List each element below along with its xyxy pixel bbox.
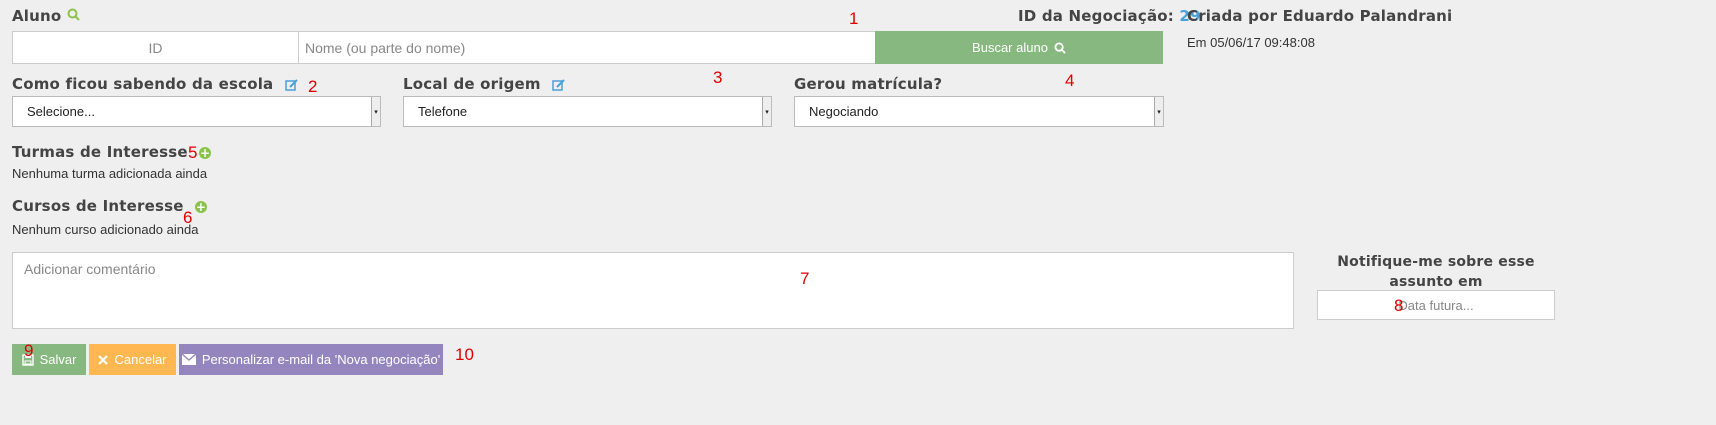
aluno-label-text: Aluno (12, 7, 62, 25)
edit-icon[interactable] (552, 78, 566, 92)
turmas-empty: Nenhuma turma adicionada ainda (12, 166, 208, 181)
cursos-empty: Nenhum curso adicionado ainda (12, 222, 199, 237)
marker-1: 1 (849, 9, 859, 28)
turmas-label: Turmas de Interesse + (12, 143, 212, 161)
created-at: Em 05/06/17 09:48:08 (1187, 35, 1315, 50)
como-ficou-label-text: Como ficou sabendo da escola (12, 75, 274, 93)
customize-email-label: Personalizar e-mail da 'Nova negociação' (201, 352, 441, 367)
customize-email-button[interactable]: Personalizar e-mail da 'Nova negociação' (179, 344, 443, 375)
chevron-down-icon: ▾ (371, 97, 380, 126)
marker-8: 8 (1394, 296, 1404, 315)
marker-9: 9 (24, 341, 34, 360)
search-icon (1054, 41, 1066, 54)
search-student-label: Buscar aluno (972, 40, 1048, 55)
gerou-matricula-value: Negociando (809, 104, 879, 119)
cancel-button[interactable]: Cancelar (89, 344, 176, 375)
local-origem-select[interactable]: Telefone ▾ (403, 96, 772, 127)
search-student-button[interactable]: Buscar aluno (875, 31, 1163, 64)
add-turma-icon[interactable]: + (199, 146, 212, 159)
como-ficou-label: Como ficou sabendo da escola (12, 75, 299, 93)
negotiation-id: ID da Negociação: 29 (1018, 7, 1201, 25)
close-icon (98, 354, 109, 365)
aluno-label: Aluno (12, 7, 80, 25)
marker-10: 10 (455, 345, 474, 364)
local-origem-label: Local de origem (403, 75, 566, 93)
marker-4: 4 (1065, 71, 1075, 90)
negotiation-id-label: ID da Negociação: (1018, 7, 1174, 25)
save-label: Salvar (39, 352, 77, 367)
search-icon[interactable] (67, 8, 80, 25)
cursos-label-text: Cursos de Interesse (12, 197, 184, 215)
notify-date-input[interactable] (1317, 290, 1555, 320)
local-origem-label-text: Local de origem (403, 75, 541, 93)
marker-7: 7 (800, 269, 810, 288)
local-origem-value: Telefone (418, 104, 468, 119)
como-ficou-value: Selecione... (27, 104, 95, 119)
marker-3: 3 (713, 68, 723, 87)
aluno-id-input[interactable] (12, 31, 299, 64)
marker-5: 5 (188, 143, 198, 162)
notify-label: Notifique-me sobre esse assunto em (1337, 254, 1535, 290)
add-curso-icon[interactable]: + (195, 200, 208, 213)
edit-icon[interactable] (285, 78, 299, 92)
chevron-down-icon: ▾ (1154, 97, 1163, 126)
created-by: Criada por Eduardo Palandrani (1187, 7, 1453, 25)
marker-2: 2 (308, 77, 318, 96)
aluno-name-input[interactable] (298, 31, 876, 64)
como-ficou-select[interactable]: Selecione... ▾ (12, 96, 381, 127)
gerou-matricula-select[interactable]: Negociando ▾ (794, 96, 1164, 127)
envelope-icon (181, 354, 196, 365)
comment-textarea[interactable] (12, 252, 1294, 329)
gerou-matricula-label: Gerou matrícula? (794, 75, 943, 93)
turmas-label-text: Turmas de Interesse (12, 143, 188, 161)
chevron-down-icon: ▾ (762, 97, 771, 126)
cursos-label: Cursos de Interesse + (12, 197, 208, 215)
cancel-label: Cancelar (114, 352, 167, 367)
